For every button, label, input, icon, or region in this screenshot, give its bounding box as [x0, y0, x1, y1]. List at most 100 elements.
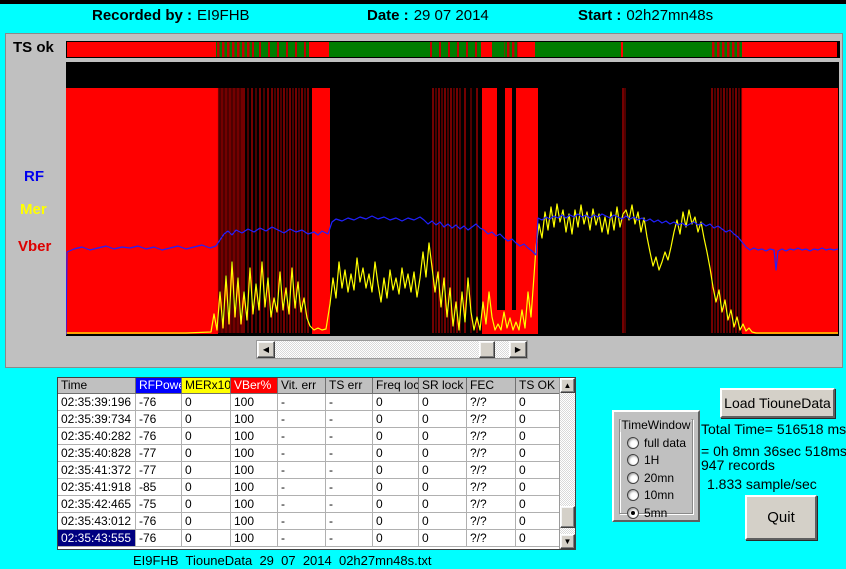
table-cell[interactable]: -: [326, 394, 373, 411]
column-header-rfpower[interactable]: RFPower: [136, 378, 182, 394]
table-cell[interactable]: 100: [231, 411, 278, 428]
table-cell[interactable]: 100: [231, 428, 278, 445]
table-cell[interactable]: 0: [182, 530, 231, 547]
table-cell[interactable]: -: [278, 394, 326, 411]
table-cell[interactable]: ?/?: [467, 462, 516, 479]
scroll-up-arrow-icon[interactable]: ▲: [560, 378, 575, 393]
table-cell[interactable]: 0: [182, 411, 231, 428]
table-cell[interactable]: -: [278, 445, 326, 462]
radio-selected-icon[interactable]: [627, 507, 639, 519]
table-cell[interactable]: -: [326, 496, 373, 513]
table-cell[interactable]: -76: [136, 513, 182, 530]
column-header-fec[interactable]: FEC: [467, 378, 516, 394]
table-cell[interactable]: -: [278, 411, 326, 428]
table-row[interactable]: 02:35:41:372-770100--00?/?0: [58, 462, 560, 479]
table-cell[interactable]: 0: [516, 530, 560, 547]
table-cell[interactable]: 0: [182, 445, 231, 462]
table-cell[interactable]: 100: [231, 394, 278, 411]
table-cell[interactable]: -85: [136, 479, 182, 496]
table-cell[interactable]: -77: [136, 445, 182, 462]
table-scrollbar-thumb[interactable]: [560, 506, 575, 528]
table-cell[interactable]: 02:35:41:372: [58, 462, 136, 479]
table-cell[interactable]: 0: [516, 411, 560, 428]
table-cell[interactable]: 0: [419, 496, 467, 513]
table-cell[interactable]: -: [326, 513, 373, 530]
table-cell[interactable]: 0: [373, 513, 419, 530]
table-cell[interactable]: -: [326, 428, 373, 445]
table-cell[interactable]: ?/?: [467, 394, 516, 411]
table-cell[interactable]: -: [326, 411, 373, 428]
table-cell[interactable]: -: [278, 479, 326, 496]
table-vertical-scrollbar[interactable]: ▲ ▼: [559, 378, 575, 549]
table-cell[interactable]: 0: [182, 479, 231, 496]
scroll-left-arrow-icon[interactable]: ◀: [257, 341, 275, 358]
table-cell[interactable]: ?/?: [467, 513, 516, 530]
radio-icon[interactable]: [627, 489, 639, 501]
table-cell[interactable]: 02:35:40:828: [58, 445, 136, 462]
radio-icon[interactable]: [627, 472, 639, 484]
table-cell[interactable]: 0: [373, 479, 419, 496]
table-cell[interactable]: 0: [182, 513, 231, 530]
table-cell[interactable]: 0: [419, 445, 467, 462]
table-cell[interactable]: 02:35:43:012: [58, 513, 136, 530]
table-cell[interactable]: -76: [136, 411, 182, 428]
time-window-option-10mn[interactable]: 10mn: [627, 487, 690, 505]
table-cell[interactable]: 0: [516, 513, 560, 530]
table-row[interactable]: 02:35:39:734-760100--00?/?0: [58, 411, 560, 428]
time-window-option-1H[interactable]: 1H: [627, 452, 690, 470]
column-header-sr-lock[interactable]: SR lock: [419, 378, 467, 394]
scroll-down-arrow-icon[interactable]: ▼: [560, 534, 575, 549]
table-cell[interactable]: 0: [373, 411, 419, 428]
radio-icon[interactable]: [627, 454, 639, 466]
table-cell[interactable]: 0: [373, 394, 419, 411]
table-cell[interactable]: 0: [516, 428, 560, 445]
table-cell[interactable]: -: [326, 445, 373, 462]
table-cell[interactable]: ?/?: [467, 411, 516, 428]
chart-horizontal-scrollbar[interactable]: ◀ ▶: [256, 340, 528, 359]
table-row[interactable]: 02:35:41:918-850100--00?/?0: [58, 479, 560, 496]
time-window-option-20mn[interactable]: 20mn: [627, 469, 690, 487]
table-cell[interactable]: 0: [419, 411, 467, 428]
table-cell[interactable]: -76: [136, 394, 182, 411]
table-cell[interactable]: 100: [231, 462, 278, 479]
column-header-vit-err[interactable]: Vit. err: [278, 378, 326, 394]
table-cell[interactable]: -: [326, 479, 373, 496]
table-row[interactable]: 02:35:39:196-760100--00?/?0: [58, 394, 560, 411]
table-cell[interactable]: 02:35:42:465: [58, 496, 136, 513]
table-cell[interactable]: 0: [419, 428, 467, 445]
table-row[interactable]: 02:35:42:465-750100--00?/?0: [58, 496, 560, 513]
table-cell[interactable]: 0: [516, 462, 560, 479]
table-cell[interactable]: 0: [373, 462, 419, 479]
table-cell[interactable]: 0: [182, 428, 231, 445]
table-cell[interactable]: 02:35:43:555: [58, 530, 136, 547]
table-cell[interactable]: 02:35:39:196: [58, 394, 136, 411]
table-cell[interactable]: ?/?: [467, 530, 516, 547]
table-cell[interactable]: ?/?: [467, 479, 516, 496]
table-cell[interactable]: 0: [516, 445, 560, 462]
radio-icon[interactable]: [627, 437, 639, 449]
table-cell[interactable]: -76: [136, 428, 182, 445]
table-cell[interactable]: 0: [373, 496, 419, 513]
table-cell[interactable]: 0: [419, 513, 467, 530]
table-cell[interactable]: -: [278, 462, 326, 479]
load-tiounedata-button[interactable]: Load TiouneData: [720, 388, 835, 418]
table-row[interactable]: 02:35:40:282-760100--00?/?0: [58, 428, 560, 445]
table-row[interactable]: 02:35:43:012-760100--00?/?0: [58, 513, 560, 530]
table-cell[interactable]: -: [326, 462, 373, 479]
table-cell[interactable]: 0: [516, 496, 560, 513]
table-cell[interactable]: 100: [231, 479, 278, 496]
table-cell[interactable]: 0: [182, 394, 231, 411]
table-cell[interactable]: ?/?: [467, 445, 516, 462]
table-cell[interactable]: -: [278, 496, 326, 513]
table-cell[interactable]: 0: [419, 462, 467, 479]
table-cell[interactable]: 0: [516, 479, 560, 496]
table-cell[interactable]: 0: [419, 530, 467, 547]
table-cell[interactable]: 0: [373, 530, 419, 547]
table-cell[interactable]: 0: [373, 428, 419, 445]
table-cell[interactable]: -: [278, 513, 326, 530]
column-header-ts-ok[interactable]: TS OK: [516, 378, 560, 394]
table-cell[interactable]: 100: [231, 530, 278, 547]
table-cell[interactable]: -77: [136, 462, 182, 479]
table-cell[interactable]: 100: [231, 445, 278, 462]
quit-button[interactable]: Quit: [745, 495, 817, 540]
